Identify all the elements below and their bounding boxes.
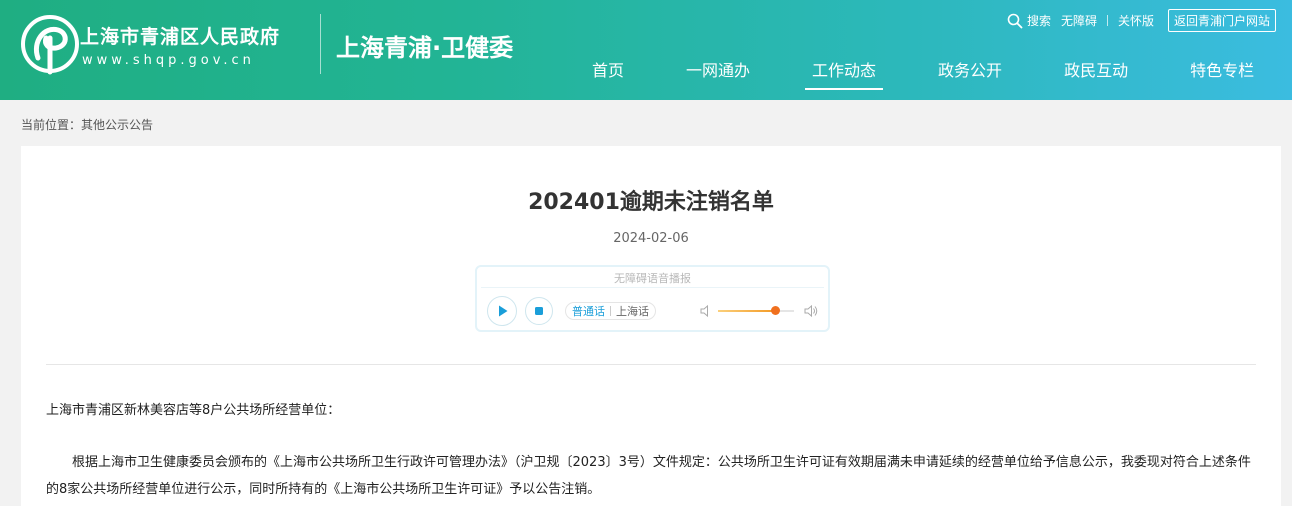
search-label: 搜索 [1026,14,1051,28]
stop-icon [535,307,543,315]
nav-services[interactable]: 一网通办 [686,57,750,81]
volume-knob[interactable] [771,306,780,315]
dept-name[interactable]: 上海青浦·卫健委 [336,28,513,63]
elderly-mode-link[interactable]: 关怀版 [1118,12,1154,29]
nav-work-news[interactable]: 工作动态 [805,57,884,90]
site-name[interactable]: 上海市青浦区人民政府 [80,22,280,49]
lang-mandarin[interactable]: 普通话 [572,303,605,319]
main-nav: 首页 一网通办 工作动态 政务公开 政民互动 特色专栏 [592,57,1292,90]
site-header: 上海市青浦区人民政府 www.shqp.gov.cn 上海青浦·卫健委 搜索 无… [0,0,1292,100]
play-button[interactable] [487,296,517,326]
site-url: www.shqp.gov.cn [82,53,255,68]
breadcrumb[interactable]: 当前位置：其他公示公告 [21,116,153,133]
nav-special-column[interactable]: 特色专栏 [1190,57,1254,81]
article-title: 202401逾期未注销名单 [528,190,774,215]
player-title: 无障碍语音播报 [614,272,691,285]
link-separator [1106,15,1108,26]
volume-high-icon[interactable] [803,303,819,319]
article-card: 202401逾期未注销名单 2024-02-06 无障碍语音播报 普通话 上海话 [21,146,1281,506]
lang-shanghainese[interactable]: 上海话 [616,303,649,319]
qingpu-logo-icon[interactable] [18,12,82,76]
volume-low-icon[interactable] [699,304,713,318]
top-links: 搜索 无障碍 关怀版 返回青浦门户网站 [997,9,1276,32]
search-icon [1007,13,1023,28]
nav-interaction[interactable]: 政民互动 [1064,57,1128,81]
nav-home[interactable]: 首页 [592,57,624,81]
portal-return-button[interactable]: 返回青浦门户网站 [1167,9,1276,32]
play-icon [499,305,508,317]
voice-player: 无障碍语音播报 普通话 上海话 [475,265,830,332]
article-salutation: 上海市青浦区新林美容店等8户公共场所经营单位： [46,403,341,418]
player-divider [481,287,824,288]
accessibility-link[interactable]: 无障碍 [1061,12,1097,29]
volume-fill [718,310,775,312]
language-switch: 普通话 上海话 [565,302,656,320]
content-divider [46,364,1256,365]
nav-gov-affairs[interactable]: 政务公开 [938,57,1002,81]
header-divider [320,14,321,74]
lang-separator [610,306,611,316]
article-body-paragraph: 根据上海市卫生健康委员会颁布的《上海市公共场所卫生行政许可管理办法》（沪卫规〔2… [46,455,1251,497]
volume-slider[interactable] [718,306,794,315]
article-date: 2024-02-06 [613,231,689,246]
stop-button[interactable] [525,297,553,325]
search-link[interactable]: 搜索 [1007,12,1051,29]
